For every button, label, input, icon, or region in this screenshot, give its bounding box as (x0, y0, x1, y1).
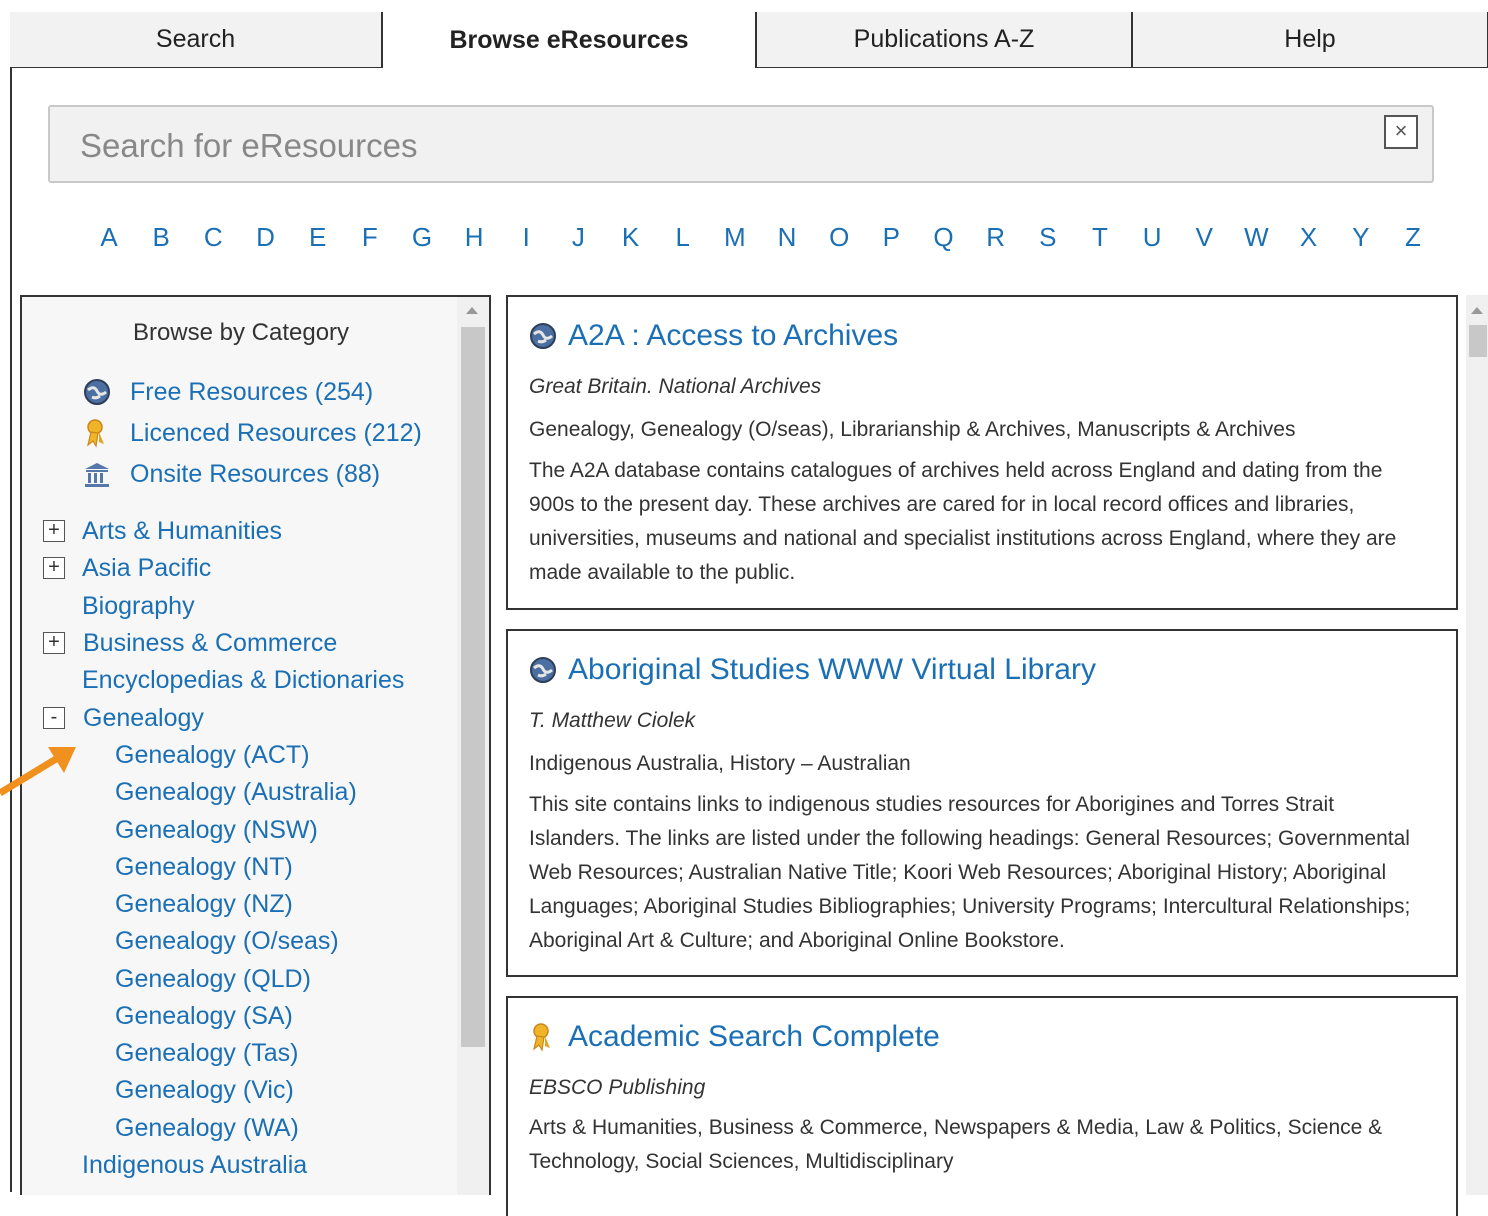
expand-business-toggle[interactable]: + (43, 632, 65, 654)
letter-f-link[interactable]: F (357, 222, 383, 253)
browse-by-category-heading: Browse by Category (132, 319, 350, 346)
scrollbar-thumb[interactable] (1469, 325, 1487, 357)
letter-z-link[interactable]: Z (1400, 222, 1426, 253)
letter-d-link[interactable]: D (252, 222, 278, 253)
letter-r-link[interactable]: R (983, 222, 1009, 253)
category-indigenous-australia[interactable]: Indigenous Australia (82, 1151, 307, 1180)
expand-arts-toggle[interactable]: + (43, 520, 65, 542)
tab-bar: Search Browse eResources Publications A-… (10, 12, 1488, 68)
subcategory-genealogy-nz[interactable]: Genealogy (NZ) (115, 890, 293, 919)
letter-x-link[interactable]: X (1296, 222, 1322, 253)
subcategory-genealogy-oseas[interactable]: Genealogy (O/seas) (115, 927, 339, 956)
letter-s-link[interactable]: S (1035, 222, 1061, 253)
free-resources-link[interactable]: Free Resources (254) (82, 377, 373, 407)
subcategory-genealogy-tas[interactable]: Genealogy (Tas) (115, 1039, 298, 1068)
result-publisher: EBSCO Publishing (529, 1076, 706, 1099)
scrollbar-thumb[interactable] (461, 327, 485, 1047)
letter-p-link[interactable]: P (878, 222, 904, 253)
category-encyclopedias[interactable]: Encyclopedias & Dictionaries (82, 666, 404, 695)
letter-u-link[interactable]: U (1139, 222, 1165, 253)
onsite-resources-label: Onsite Resources (88) (130, 459, 381, 488)
letter-o-link[interactable]: O (826, 222, 852, 253)
subcategory-genealogy-act[interactable]: Genealogy (ACT) (115, 741, 310, 770)
letter-m-link[interactable]: M (722, 222, 748, 253)
result-title-link[interactable]: Aboriginal Studies WWW Virtual Library (528, 653, 1096, 687)
letter-h-link[interactable]: H (461, 222, 487, 253)
letter-j-link[interactable]: J (565, 222, 591, 253)
category-genealogy[interactable]: Genealogy (83, 704, 204, 733)
tab-browse-eresources[interactable]: Browse eResources (382, 12, 756, 68)
globe-icon (528, 655, 558, 685)
subcategory-genealogy-qld[interactable]: Genealogy (QLD) (115, 965, 311, 994)
clear-search-button[interactable]: × (1384, 115, 1418, 149)
collapse-genealogy-toggle[interactable]: - (43, 707, 65, 729)
pointer-arrow-icon (0, 747, 76, 796)
result-subjects: Indigenous Australia, History – Australi… (529, 752, 911, 775)
category-asia-pacific[interactable]: Asia Pacific (82, 554, 211, 583)
scroll-up-icon[interactable] (466, 307, 478, 314)
result-title-text: Aboriginal Studies WWW Virtual Library (568, 653, 1096, 686)
scroll-up-icon[interactable] (1471, 307, 1483, 314)
category-business-commerce[interactable]: Business & Commerce (83, 629, 337, 658)
result-card: Aboriginal Studies WWW Virtual Library T… (506, 629, 1458, 977)
ribbon-icon (82, 418, 112, 448)
subcategory-genealogy-sa[interactable]: Genealogy (SA) (115, 1002, 293, 1031)
letter-g-link[interactable]: G (409, 222, 435, 253)
result-description: The A2A database contains catalogues of … (529, 459, 1397, 584)
letter-y-link[interactable]: Y (1348, 222, 1374, 253)
tab-help[interactable]: Help (1132, 12, 1488, 68)
letter-w-link[interactable]: W (1243, 222, 1269, 253)
result-title-link[interactable]: Academic Search Complete (528, 1020, 940, 1054)
onsite-resources-link[interactable]: Onsite Resources (88) (82, 459, 380, 489)
ribbon-icon (528, 1022, 558, 1052)
alphabet-nav: A B C D E F G H I J K L M N O P Q R S T … (96, 222, 1426, 253)
subcategory-genealogy-australia[interactable]: Genealogy (Australia) (115, 778, 357, 807)
letter-k-link[interactable]: K (618, 222, 644, 253)
letter-b-link[interactable]: B (148, 222, 174, 253)
letter-t-link[interactable]: T (1087, 222, 1113, 253)
letter-a-link[interactable]: A (96, 222, 122, 253)
results-scrollbar[interactable] (1466, 295, 1488, 1195)
search-input[interactable] (78, 121, 1362, 171)
free-resources-label: Free Resources (254) (130, 377, 374, 406)
category-arts-humanities[interactable]: Arts & Humanities (82, 517, 282, 546)
result-title-link[interactable]: A2A : Access to Archives (528, 319, 898, 353)
result-subjects: Arts & Humanities, Business & Commerce, … (529, 1116, 1383, 1173)
result-title-text: A2A : Access to Archives (568, 319, 899, 352)
letter-l-link[interactable]: L (670, 222, 696, 253)
search-box: × (48, 105, 1434, 183)
category-panel: Browse by Category Free Resources (254) … (20, 295, 491, 1195)
category-scrollbar[interactable] (457, 297, 489, 1195)
result-title-text: Academic Search Complete (568, 1020, 940, 1053)
globe-icon (528, 321, 558, 351)
category-biography[interactable]: Biography (82, 592, 195, 621)
result-description: This site contains links to indigenous s… (529, 793, 1411, 952)
result-publisher: Great Britain. National Archives (529, 375, 822, 398)
letter-q-link[interactable]: Q (931, 222, 957, 253)
subcategory-genealogy-nt[interactable]: Genealogy (NT) (115, 853, 293, 882)
subcategory-genealogy-wa[interactable]: Genealogy (WA) (115, 1114, 299, 1143)
letter-e-link[interactable]: E (305, 222, 331, 253)
subcategory-genealogy-vic[interactable]: Genealogy (Vic) (115, 1076, 294, 1105)
letter-n-link[interactable]: N (774, 222, 800, 253)
result-subjects: Genealogy, Genealogy (O/seas), Librarian… (529, 418, 1296, 441)
expand-asia-pacific-toggle[interactable]: + (43, 557, 65, 579)
tab-publications-a-z[interactable]: Publications A-Z (756, 12, 1132, 68)
result-card: A2A : Access to Archives Great Britain. … (506, 295, 1458, 610)
globe-icon (82, 377, 112, 407)
result-publisher: T. Matthew Ciolek (529, 709, 696, 732)
result-card: Academic Search Complete EBSCO Publishin… (506, 996, 1458, 1216)
letter-v-link[interactable]: V (1191, 222, 1217, 253)
licenced-resources-label: Licenced Resources (212) (130, 418, 422, 447)
tab-search[interactable]: Search (10, 12, 382, 68)
letter-c-link[interactable]: C (200, 222, 226, 253)
letter-i-link[interactable]: I (513, 222, 539, 253)
building-icon (82, 459, 112, 489)
licenced-resources-link[interactable]: Licenced Resources (212) (82, 418, 422, 448)
subcategory-genealogy-nsw[interactable]: Genealogy (NSW) (115, 816, 318, 845)
results-list: A2A : Access to Archives Great Britain. … (506, 295, 1458, 1216)
